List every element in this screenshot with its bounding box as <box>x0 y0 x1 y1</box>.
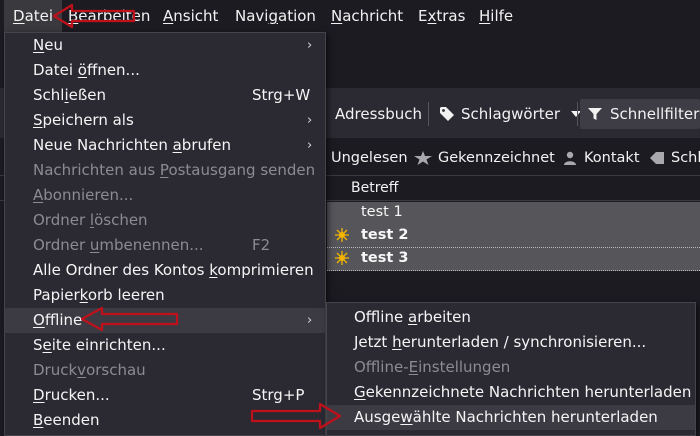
message-row[interactable]: test 2 <box>327 225 700 248</box>
tags-button[interactable]: Schlagwörter <box>439 99 581 129</box>
menu-nachricht[interactable]: Nachricht <box>331 0 403 32</box>
address-book-button[interactable]: Adressbuch <box>335 99 422 129</box>
menu-hilfe[interactable]: Hilfe <box>479 0 513 32</box>
filter-unread[interactable]: Ungelesen <box>331 140 408 176</box>
tag-icon <box>440 107 454 121</box>
file-menu: Neu › Datei öffnen... Schließen Strg+W S… <box>4 32 326 436</box>
quick-filter-button[interactable]: Schnellfilter <box>580 99 700 129</box>
submenu-arrow-icon: › <box>307 138 313 153</box>
menu-item-download-sync[interactable]: Jetzt herunterladen / synchronisieren... <box>327 330 695 355</box>
menu-item-subscribe: Abonnieren... <box>33 186 134 204</box>
menu-item-empty-trash[interactable]: Papierkorb leeren <box>5 283 325 308</box>
submenu-arrow-icon: › <box>307 313 313 328</box>
menu-item-download-starred[interactable]: Gekennzeichnete Nachrichten herunterlade… <box>327 380 695 405</box>
menu-item-get-messages[interactable]: Neue Nachrichten abrufen › <box>5 133 325 158</box>
offline-submenu: Offline arbeiten Jetzt herunterladen / s… <box>326 302 696 436</box>
subject-column-header[interactable]: Betreff <box>351 180 398 196</box>
message-row[interactable]: test 1 <box>327 202 700 225</box>
menu-item-send-outbox: Nachrichten aus Postausgang senden <box>33 161 316 179</box>
menu-item-new[interactable]: Neu › <box>5 33 325 58</box>
menu-item-download-selected[interactable]: Ausgewählte Nachrichten herunterladen <box>327 405 695 430</box>
menu-item-print-preview: Druckvorschau <box>33 361 146 379</box>
filter-contact[interactable]: Kontakt <box>563 140 640 176</box>
menu-item-page-setup[interactable]: Seite einrichten... <box>5 333 325 358</box>
menu-item-close[interactable]: Schließen Strg+W <box>5 83 325 108</box>
menu-navigation[interactable]: Navigation <box>235 0 316 32</box>
menu-item-delete-folder: Ordner löschen <box>33 211 148 229</box>
new-message-icon <box>335 251 349 265</box>
message-subject: test 3 <box>361 250 409 266</box>
menu-item-save-as[interactable]: Speichern als › <box>5 108 325 133</box>
new-message-icon <box>335 228 349 242</box>
message-row[interactable]: test 3 <box>327 248 700 271</box>
contact-icon <box>564 151 576 165</box>
menu-item-work-offline[interactable]: Offline arbeiten <box>327 305 695 330</box>
menu-item-open-file[interactable]: Datei öffnen... <box>5 58 325 83</box>
shortcut-label: F2 <box>252 236 271 254</box>
filter-icon <box>588 108 602 120</box>
annotation-arrow-icon <box>52 3 136 29</box>
message-subject: test 1 <box>361 204 403 220</box>
menu-item-rename-folder: Ordner umbenennen... F2 <box>5 233 325 258</box>
menu-ansicht[interactable]: Ansicht <box>163 0 218 32</box>
star-icon <box>414 151 432 165</box>
toolbar-separator <box>577 102 578 126</box>
toolbar-separator <box>428 102 429 126</box>
shortcut-label: Strg+W <box>252 86 311 104</box>
filter-starred[interactable]: Gekennzeichnet <box>414 140 555 176</box>
annotation-arrow-icon <box>250 402 342 430</box>
message-subject: test 2 <box>361 227 409 243</box>
tag-icon <box>650 152 664 164</box>
annotation-arrow-icon <box>80 306 179 332</box>
filter-tags[interactable]: Schl <box>650 140 700 176</box>
submenu-arrow-icon: › <box>307 113 313 128</box>
submenu-arrow-icon: › <box>307 38 313 53</box>
menu-item-offline-settings: Offline-Einstellungen <box>354 358 511 376</box>
menu-extras[interactable]: Extras <box>418 0 465 32</box>
menu-item-compact-folders[interactable]: Alle Ordner des Kontos komprimieren <box>5 258 325 283</box>
